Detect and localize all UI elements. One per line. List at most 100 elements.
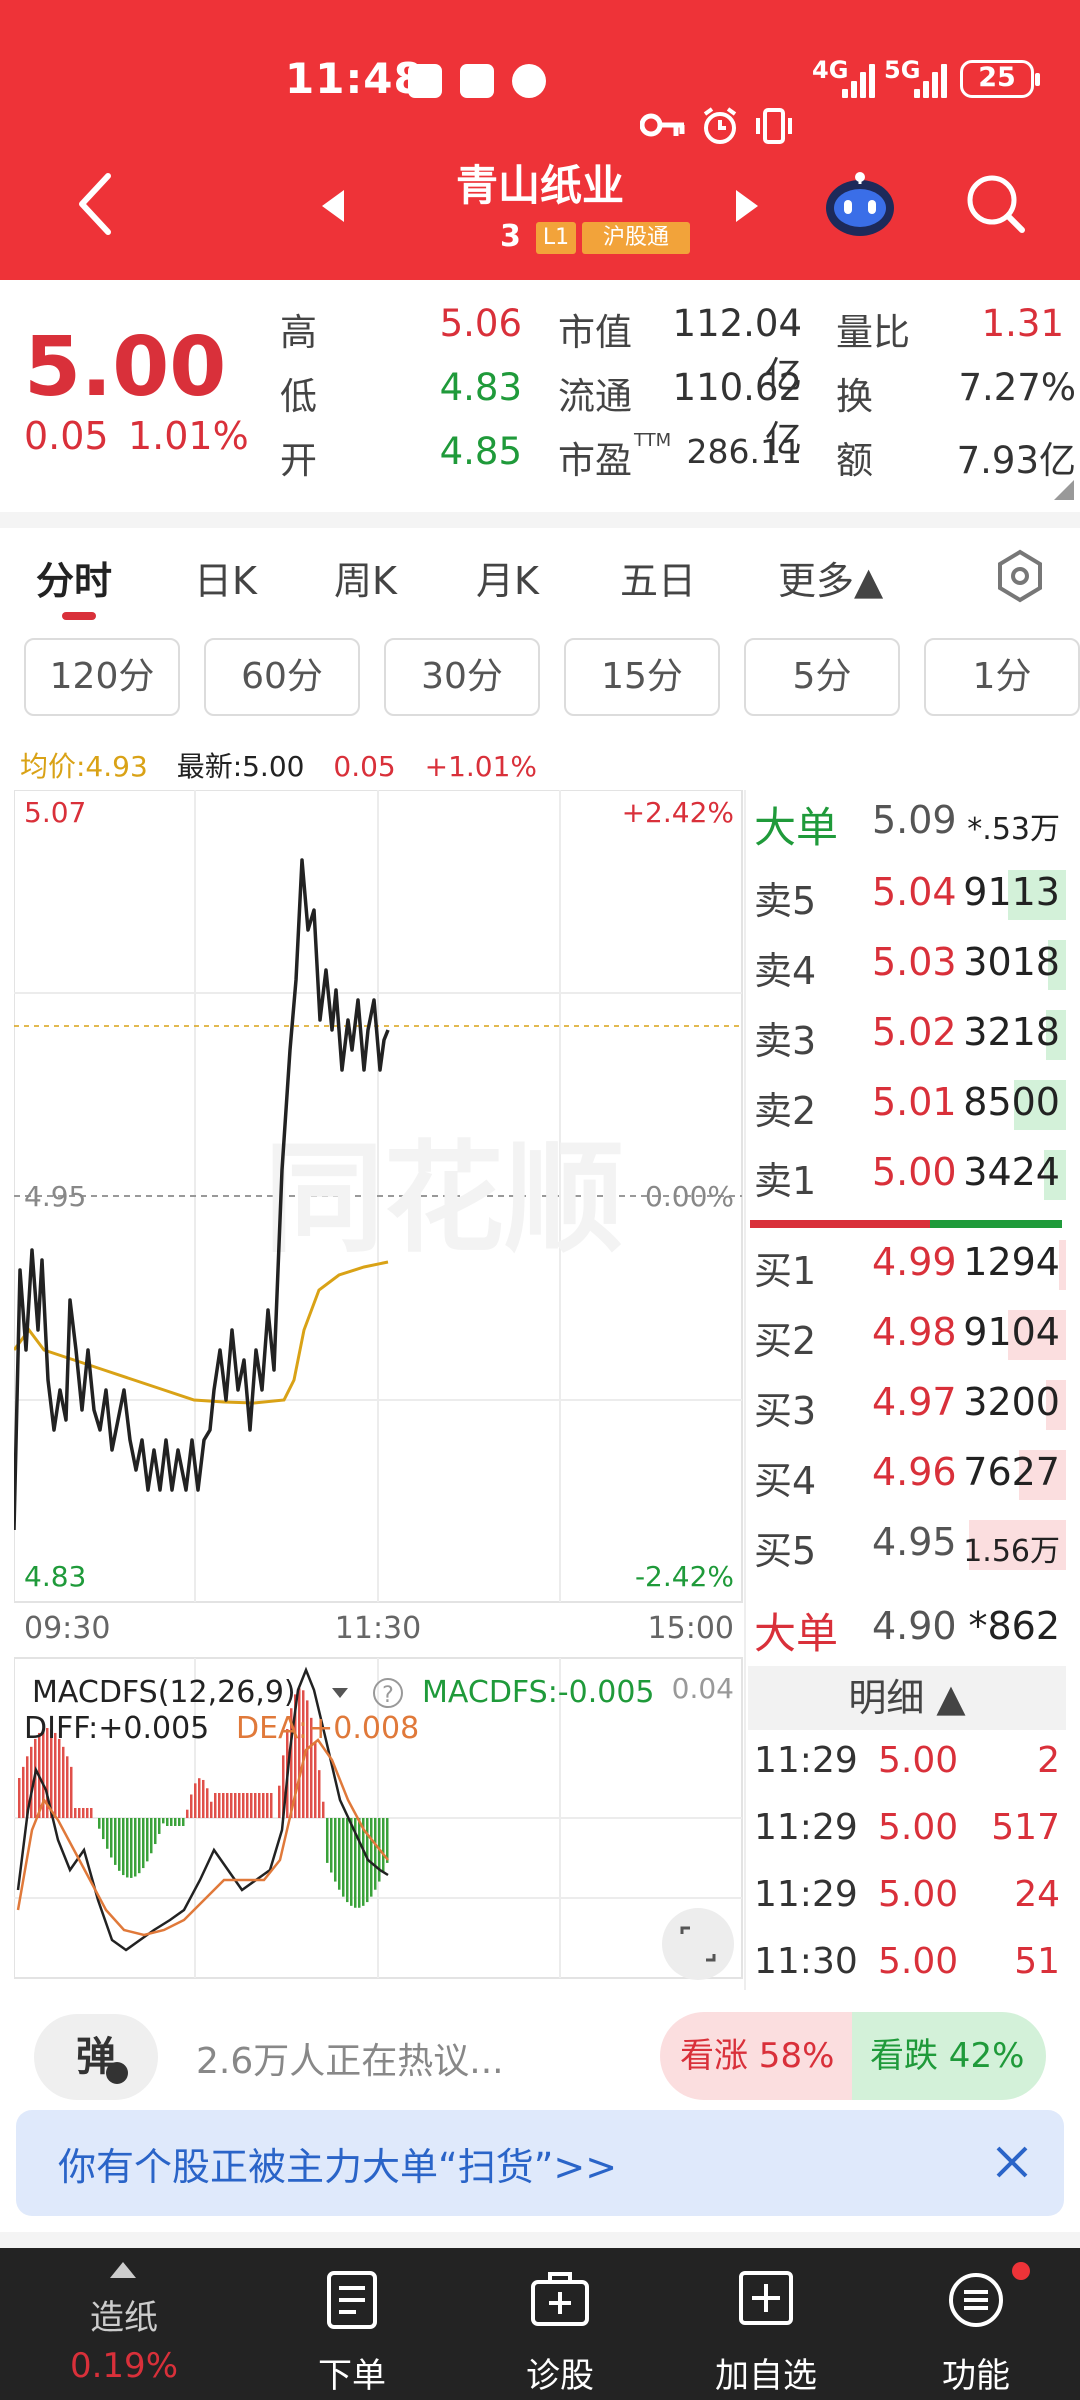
macd-bar bbox=[262, 1793, 265, 1818]
macd-bar bbox=[186, 1809, 189, 1818]
macd-bar bbox=[150, 1818, 153, 1854]
trade-time: 11:29 bbox=[754, 1807, 858, 1848]
macd-title[interactable]: MACDFS(12,26,9) bbox=[32, 1675, 296, 1710]
level-label: 买4 bbox=[754, 1459, 817, 1503]
level-label: 卖5 bbox=[754, 879, 817, 923]
app-a-icon bbox=[408, 64, 442, 98]
macd-bar bbox=[350, 1818, 353, 1906]
big-order-bottom[interactable]: 大单 4.90 *862 bbox=[748, 1598, 1066, 1664]
intraday-chart[interactable]: 同花顺 5.07 4.95 4.83 +2.42% 0.00% -2.42% 0… bbox=[14, 790, 744, 1990]
macd-bar bbox=[190, 1794, 193, 1818]
avg-price-label: 均价:4.93 bbox=[20, 750, 148, 783]
bid-level-3[interactable]: 买3 4.97 3200 bbox=[748, 1372, 1066, 1438]
macd-bar bbox=[134, 1818, 137, 1877]
bid-level-1[interactable]: 买1 4.99 1294 bbox=[748, 1232, 1066, 1298]
macd-bar bbox=[138, 1818, 141, 1874]
trade-detail-header[interactable]: 明细 ▲ bbox=[748, 1666, 1066, 1730]
stock-name: 青山纸业 bbox=[455, 161, 624, 210]
robot-assistant-icon[interactable] bbox=[822, 170, 898, 240]
vibrate-icon bbox=[756, 108, 792, 144]
connect-badge: 沪股通 bbox=[582, 222, 690, 254]
ask-level-1[interactable]: 卖1 5.00 3424 bbox=[748, 1142, 1066, 1208]
nav-add-watchlist[interactable]: 加自选 bbox=[676, 2248, 856, 2400]
nav-functions[interactable]: 功能 bbox=[886, 2248, 1066, 2400]
level-volume: 3424 bbox=[963, 1150, 1060, 1194]
tab-intraday[interactable]: 分时 bbox=[36, 550, 112, 605]
ask-level-5[interactable]: 卖5 5.04 9113 bbox=[748, 862, 1066, 928]
search-icon[interactable] bbox=[964, 172, 1028, 236]
level-volume: 3018 bbox=[963, 940, 1060, 984]
sector-indicator[interactable]: 造纸 0.19% bbox=[34, 2248, 214, 2400]
close-icon[interactable] bbox=[994, 2144, 1030, 2180]
period-60m[interactable]: 60分 bbox=[204, 638, 360, 716]
intraday-summary: 均价:4.93 最新:5.00 0.05 +1.01% bbox=[20, 745, 537, 785]
signal-bars-1-icon bbox=[842, 62, 878, 98]
ask-level-4[interactable]: 卖4 5.03 3018 bbox=[748, 932, 1066, 998]
bid-level-4[interactable]: 买4 4.96 7627 bbox=[748, 1442, 1066, 1508]
bid-level-5[interactable]: 买5 4.95 1.56万 bbox=[748, 1512, 1066, 1578]
trade-price: 5.00 bbox=[878, 1874, 959, 1915]
macd-bar bbox=[242, 1793, 245, 1818]
level-badge: L1 bbox=[536, 222, 576, 254]
amount-value: 7.93亿 bbox=[956, 439, 1076, 482]
danmaku-button[interactable]: 弹 bbox=[34, 2014, 158, 2100]
expand-corner-icon[interactable] bbox=[1054, 480, 1074, 500]
order-document-icon bbox=[327, 2271, 377, 2329]
pct-axis-mid: 0.00% bbox=[645, 1180, 734, 1213]
time-axis-end: 15:00 bbox=[648, 1611, 734, 1646]
tab-monthly-k[interactable]: 月K bbox=[476, 550, 539, 605]
macd-bar bbox=[202, 1779, 205, 1818]
pe-value: 286.11 bbox=[686, 432, 802, 471]
macd-bar bbox=[270, 1793, 273, 1818]
macd-bar bbox=[250, 1793, 253, 1818]
latest-price-label: 最新:5.00 bbox=[176, 750, 305, 783]
high-label: 高 bbox=[280, 311, 317, 354]
tab-five-day[interactable]: 五日 bbox=[620, 550, 696, 605]
level-price: 5.04 bbox=[872, 870, 957, 914]
level-price: 4.96 bbox=[872, 1450, 957, 1494]
bull-vote-button[interactable]: 看涨 58% bbox=[660, 2012, 856, 2100]
period-1m[interactable]: 1分 bbox=[924, 638, 1080, 716]
promo-banner[interactable]: 你有个股正被主力大单“扫货”>> bbox=[16, 2110, 1064, 2216]
pe-ttm-sup: TTM bbox=[634, 430, 672, 451]
big-order-top[interactable]: 大单 5.09 *.53万 bbox=[748, 790, 1066, 856]
medical-kit-icon bbox=[531, 2272, 589, 2326]
svg-text:?: ? bbox=[382, 1683, 394, 1708]
macd-bar bbox=[78, 1808, 81, 1818]
trade-time: 11:30 bbox=[754, 1941, 858, 1982]
tab-daily-k[interactable]: 日K bbox=[194, 550, 257, 605]
macd-bar bbox=[178, 1818, 181, 1826]
macd-bar bbox=[62, 1746, 65, 1818]
period-5m[interactable]: 5分 bbox=[744, 638, 900, 716]
intraday-change: 0.05 bbox=[333, 750, 396, 783]
macd-bar bbox=[142, 1818, 145, 1869]
macd-bar bbox=[154, 1818, 157, 1845]
open-value: 4.85 bbox=[439, 430, 522, 473]
level-volume: 7627 bbox=[963, 1450, 1060, 1494]
nav-place-order[interactable]: 下单 bbox=[262, 2248, 442, 2400]
period-30m[interactable]: 30分 bbox=[384, 638, 540, 716]
trade-time: 11:29 bbox=[754, 1740, 858, 1781]
nav-diagnose[interactable]: 诊股 bbox=[470, 2248, 650, 2400]
bear-vote-button[interactable]: 看跌 42% bbox=[852, 2012, 1046, 2100]
ask-level-2[interactable]: 卖2 5.01 8500 bbox=[748, 1072, 1066, 1138]
ask-level-3[interactable]: 卖3 5.02 3218 bbox=[748, 1002, 1066, 1068]
bid-ratio-bar bbox=[750, 1220, 930, 1228]
trade-row: 11:29 5.00 24 bbox=[748, 1870, 1066, 1936]
macd-bar bbox=[122, 1818, 125, 1876]
tab-weekly-k[interactable]: 周K bbox=[334, 550, 397, 605]
discussion-count[interactable]: 2.6万人正在热议... bbox=[196, 2032, 504, 2084]
next-stock-icon[interactable] bbox=[734, 188, 762, 224]
period-120m[interactable]: 120分 bbox=[24, 638, 180, 716]
bid-level-2[interactable]: 买2 4.98 9104 bbox=[748, 1302, 1066, 1368]
period-15m[interactable]: 15分 bbox=[564, 638, 720, 716]
level-label: 买1 bbox=[754, 1249, 817, 1293]
fullscreen-button[interactable] bbox=[662, 1908, 734, 1980]
settings-hexagon-icon[interactable] bbox=[994, 548, 1046, 604]
chart-watermark: 同花顺 bbox=[264, 1130, 624, 1269]
status-time: 11:48 bbox=[285, 54, 424, 103]
level-volume: 9104 bbox=[963, 1310, 1060, 1354]
tab-more[interactable]: 更多▲ bbox=[778, 550, 883, 605]
macd-bar bbox=[218, 1793, 221, 1818]
trade-volume: 2 bbox=[1037, 1740, 1060, 1781]
